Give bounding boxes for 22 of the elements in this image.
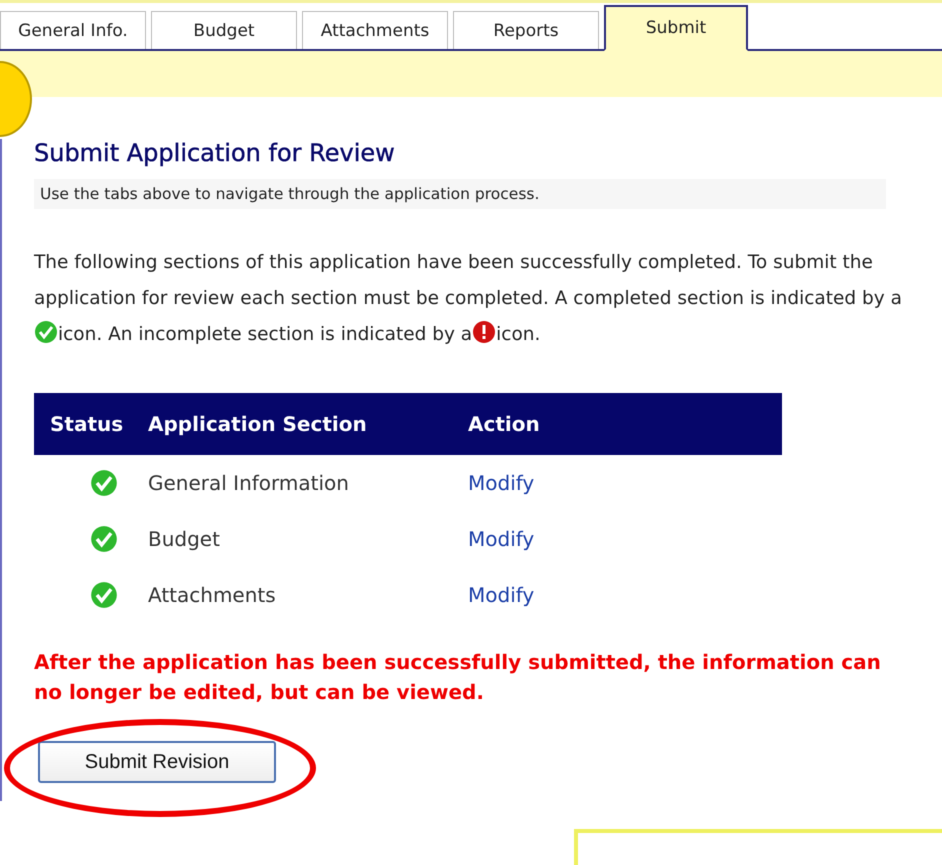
modify-link[interactable]: Modify bbox=[468, 583, 668, 607]
intro-text: icon. bbox=[496, 324, 540, 345]
tab[interactable]: Reports bbox=[453, 11, 599, 49]
modify-link[interactable]: Modify bbox=[468, 471, 668, 495]
tab[interactable]: Attachments bbox=[302, 11, 448, 49]
section-name: Attachments bbox=[148, 583, 277, 607]
tab[interactable]: General Info. bbox=[0, 11, 146, 49]
exclamation-icon bbox=[472, 320, 496, 344]
warning-text: After the application has been successfully submitted, the information can no longer be edited, but can be viewed. bbox=[34, 649, 882, 706]
submit-button[interactable]: Submit Revision bbox=[38, 741, 276, 783]
tab[interactable]: Submit bbox=[604, 5, 748, 51]
column-header: Action bbox=[468, 412, 541, 436]
section-name: General Information bbox=[148, 471, 350, 495]
section-name: Budget bbox=[148, 527, 221, 551]
check-icon bbox=[34, 320, 58, 344]
tab[interactable]: Budget bbox=[151, 11, 297, 49]
page-title: Submit Application for Review bbox=[34, 139, 396, 167]
modify-link[interactable]: Modify bbox=[468, 527, 668, 551]
intro-text: icon. An incomplete section is indicated by a bbox=[58, 324, 472, 345]
hint-text: Use the tabs above to navigate through the application process. bbox=[34, 179, 886, 209]
column-header: Application Section bbox=[148, 412, 368, 436]
column-header: Status bbox=[49, 412, 124, 436]
